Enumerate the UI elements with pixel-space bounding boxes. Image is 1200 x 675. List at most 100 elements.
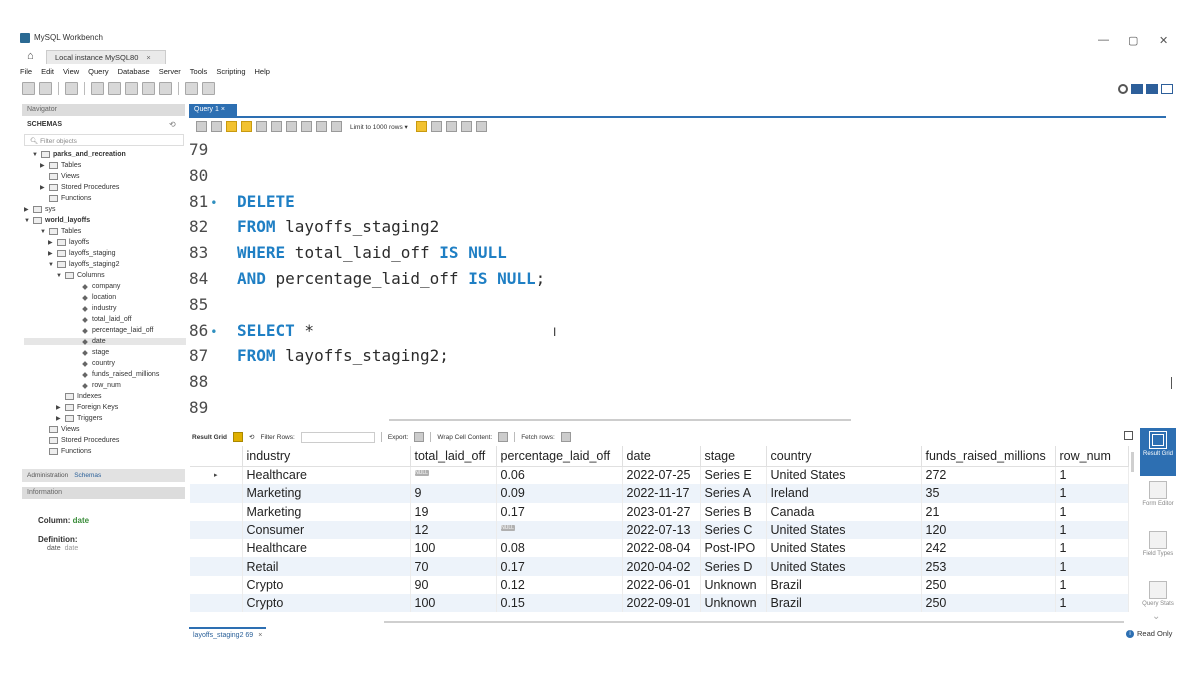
stop-icon[interactable] <box>271 121 282 132</box>
cell-funds-raised-millions[interactable]: 250 <box>921 575 1056 595</box>
table-row[interactable]: ▸ Healthcare NULL 0.06 2022-07-25 Series E Uni… <box>190 466 1129 485</box>
autocommit-icon[interactable] <box>331 121 342 132</box>
cell-stage[interactable]: Series D <box>700 557 767 576</box>
row-selector-icon[interactable] <box>190 594 243 613</box>
tree-item-world-layoffs[interactable]: ▼ world_layoffs <box>24 217 90 224</box>
toggle-secondary-sidebar-icon[interactable] <box>1161 84 1173 94</box>
expand-toggle-icon[interactable]: ▼ <box>32 152 38 158</box>
cell-industry[interactable]: Marketing <box>242 484 411 503</box>
snippet-icon[interactable] <box>475 121 487 132</box>
cell-industry[interactable]: Marketing <box>242 502 411 521</box>
tree-item-layoffs[interactable]: ▶ layoffs <box>24 239 89 246</box>
filter-rows-input[interactable] <box>300 431 375 443</box>
table-row[interactable]: Marketing 19 0.17 2023-01-27 Series B Canada 2… <box>190 502 1129 521</box>
side-button-form-editor[interactable]: Form Editor <box>1140 478 1176 526</box>
connection-tab[interactable]: Local instance MySQL80 × <box>46 50 166 64</box>
execute-icon[interactable] <box>226 121 237 132</box>
invisible-chars-icon[interactable] <box>445 121 457 132</box>
rollback-icon[interactable] <box>316 121 327 132</box>
code-line[interactable]: FROM layoffs_staging2; <box>237 346 449 365</box>
cell-funds-raised-millions[interactable]: 35 <box>921 484 1056 503</box>
tab-administration[interactable]: Administration <box>27 472 68 479</box>
create-schema-icon[interactable] <box>91 82 104 95</box>
tree-item-sys[interactable]: ▶ sys <box>24 206 56 213</box>
cell-industry[interactable]: Consumer <box>242 520 411 540</box>
wrap-lines-icon[interactable] <box>460 121 472 132</box>
cell-percentage-laid-off[interactable]: 0.15 <box>496 594 623 613</box>
tree-item-location[interactable]: location <box>24 294 116 301</box>
tree-item-country[interactable]: country <box>24 360 115 367</box>
row-selector-icon[interactable] <box>190 520 243 540</box>
export-icon[interactable] <box>414 432 425 442</box>
expand-toggle-icon[interactable]: ▶ <box>56 415 62 422</box>
column-header-total-laid-off[interactable]: total_laid_off <box>410 446 497 467</box>
explain-icon[interactable] <box>256 121 267 132</box>
side-button-field-types[interactable]: Field Types <box>1140 528 1176 576</box>
cell-total-laid-off[interactable]: 9 <box>410 484 497 503</box>
cell-row-num[interactable]: 1 <box>1055 502 1129 521</box>
tab-schemas[interactable]: Schemas <box>74 472 101 479</box>
table-row[interactable]: Crypto 100 0.15 2022-09-01 Unknown Brazil 250 1 <box>190 594 1129 613</box>
expand-toggle-icon[interactable]: ▼ <box>48 262 54 268</box>
cell-date[interactable]: 2020-04-02 <box>622 557 701 576</box>
result-tab[interactable]: layoffs_staging2 69 × <box>189 627 267 641</box>
cell-total-laid-off[interactable]: 12 <box>410 520 497 540</box>
cell-date[interactable]: 2022-09-01 <box>622 594 701 613</box>
row-selector-header[interactable] <box>190 446 243 467</box>
table-row[interactable]: Consumer 12 NULL 2022-07-13 Series C United S… <box>190 520 1129 540</box>
table-row[interactable]: Crypto 90 0.12 2022-06-01 Unknown Brazil 250 1 <box>190 575 1129 595</box>
fetch-rows-icon[interactable] <box>560 432 571 442</box>
home-icon[interactable]: ⌂ <box>27 50 34 62</box>
cell-industry[interactable]: Crypto <box>242 594 411 613</box>
toggle-continue-on-error-icon[interactable] <box>286 121 297 132</box>
tree-item-row-num[interactable]: row_num <box>24 382 121 389</box>
expand-toggle-icon[interactable]: ▶ <box>48 250 54 257</box>
column-header-stage[interactable]: stage <box>700 446 767 467</box>
cell-funds-raised-millions[interactable]: 272 <box>921 466 1056 485</box>
create-procedure-icon[interactable] <box>142 82 155 95</box>
cell-date[interactable]: 2023-01-27 <box>622 502 701 521</box>
cell-country[interactable]: Brazil <box>766 575 922 595</box>
grid-vertical-scrollbar[interactable] <box>1131 452 1134 472</box>
close-tab-icon[interactable]: × <box>146 53 150 62</box>
tree-item-views[interactable]: Views <box>24 173 80 180</box>
table-row[interactable]: Marketing 9 0.09 2022-11-17 Series A Ireland 3… <box>190 484 1129 503</box>
settings-gear-icon[interactable] <box>1118 84 1128 94</box>
tree-item-columns[interactable]: ▼ Columns <box>24 272 105 279</box>
code-line[interactable]: DELETE <box>237 192 295 211</box>
open-file-icon[interactable] <box>196 121 207 132</box>
menu-item-query[interactable]: Query <box>88 67 108 79</box>
cell-industry[interactable]: Retail <box>242 557 411 576</box>
menu-item-scripting[interactable]: Scripting <box>216 67 245 79</box>
close-result-tab-icon[interactable]: × <box>258 632 262 639</box>
minimize-icon[interactable]: — <box>1098 34 1109 46</box>
cell-stage[interactable]: Series B <box>700 502 767 521</box>
column-header-row-num[interactable]: row_num <box>1055 446 1129 467</box>
tree-item-stage[interactable]: stage <box>24 349 109 356</box>
toggle-output-icon[interactable] <box>1146 84 1158 94</box>
chevron-down-icon[interactable]: ⌄ <box>1152 611 1160 622</box>
menu-item-view[interactable]: View <box>63 67 79 79</box>
tree-item-indexes[interactable]: Indexes <box>24 393 102 400</box>
cell-row-num[interactable]: 1 <box>1055 539 1129 558</box>
row-selector-icon[interactable] <box>190 539 243 558</box>
cell-row-num[interactable]: 1 <box>1055 575 1129 595</box>
code-line[interactable]: SELECT * <box>237 321 314 340</box>
tree-item-layoffs-staging2[interactable]: ▼ layoffs_staging2 <box>24 261 119 268</box>
cell-percentage-laid-off[interactable]: 0.09 <box>496 484 623 503</box>
cell-total-laid-off[interactable]: 19 <box>410 502 497 521</box>
cell-stage[interactable]: Series C <box>700 520 767 540</box>
cell-date[interactable]: 2022-08-04 <box>622 539 701 558</box>
create-table-icon[interactable] <box>108 82 121 95</box>
tree-item-industry[interactable]: industry <box>24 305 117 312</box>
cell-row-num[interactable]: 1 <box>1055 466 1129 485</box>
tree-item-views[interactable]: Views <box>24 426 80 433</box>
tree-item-funds-raised-millions[interactable]: funds_raised_millions <box>24 371 159 378</box>
code-line[interactable]: FROM layoffs_staging2 <box>237 217 439 236</box>
expand-toggle-icon[interactable]: ▼ <box>24 218 30 224</box>
row-selector-icon[interactable]: ▸ <box>190 466 243 485</box>
create-function-icon[interactable] <box>159 82 172 95</box>
cell-percentage-laid-off[interactable]: 0.06 <box>496 466 623 485</box>
cell-percentage-laid-off[interactable]: 0.17 <box>496 502 623 521</box>
tree-item-stored-procedures[interactable]: ▶ Stored Procedures <box>24 184 119 191</box>
